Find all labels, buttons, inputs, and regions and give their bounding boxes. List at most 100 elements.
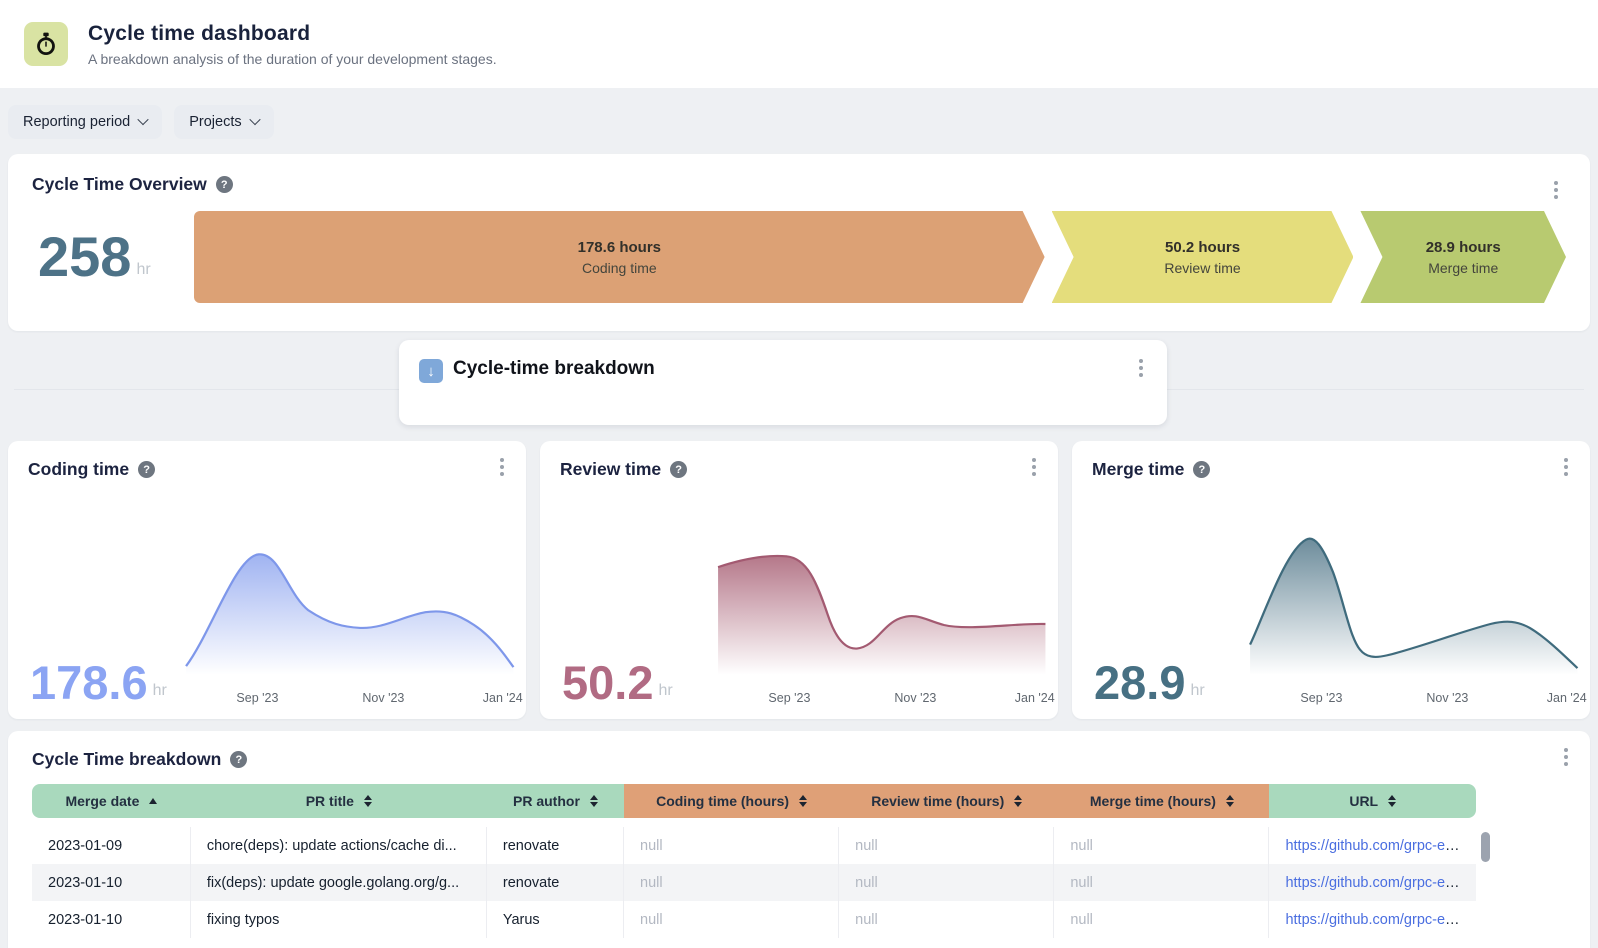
coding-time-cell: null — [624, 864, 839, 901]
stage-value: 178.6 hours — [578, 239, 661, 256]
page-title: Cycle time dashboard — [88, 22, 497, 46]
x-tick-label: Sep '23 — [768, 691, 810, 705]
table-row: 2023-01-09 chore(deps): update actions/c… — [32, 827, 1476, 864]
pr-title-cell: chore(deps): update actions/cache di... — [191, 827, 487, 864]
cycle-time-breakdown-table-card: Cycle Time breakdown ? Merge date PR tit… — [8, 731, 1590, 948]
x-axis: Sep '23 Nov '23 Jan '24 — [716, 689, 1048, 707]
x-axis: Sep '23 Nov '23 Jan '24 — [184, 689, 516, 707]
review-time-area-chart — [716, 523, 1048, 675]
merge-date-cell: 2023-01-09 — [32, 827, 191, 864]
table-scrollbar-thumb[interactable] — [1481, 832, 1490, 862]
total-cycle-time-value: 258 — [38, 232, 131, 282]
x-tick-label: Nov '23 — [894, 691, 936, 705]
merge-time-value: 28.9 — [1094, 663, 1185, 703]
pr-url-link[interactable]: https://github.com/grpc-ecos — [1285, 875, 1467, 891]
x-tick-label: Nov '23 — [1426, 691, 1468, 705]
stage-label: Coding time — [582, 260, 657, 276]
review-time-cell: null — [839, 864, 1054, 901]
help-icon[interactable]: ? — [216, 176, 233, 193]
column-header-pr-author[interactable]: PR author — [487, 784, 624, 818]
chart-title: Merge time — [1092, 459, 1184, 480]
merge-date-cell: 2023-01-10 — [32, 901, 191, 938]
column-header-coding-time[interactable]: Coding time (hours) — [624, 784, 839, 818]
x-tick-label: Nov '23 — [362, 691, 404, 705]
review-time-card: Review time ? Sep '23 Nov '23 Jan '24 50… — [540, 441, 1058, 719]
coding-time-value: 178.6 — [30, 663, 148, 703]
merge-time-area-chart — [1248, 523, 1580, 675]
pr-url-link[interactable]: https://github.com/grpc-ecos — [1285, 838, 1467, 854]
table-row: 2023-01-10 fix(deps): update google.gola… — [32, 864, 1476, 901]
sort-icon[interactable] — [364, 795, 372, 807]
cycle-time-funnel: 178.6 hours Coding time 50.2 hours Revie… — [194, 211, 1566, 303]
sort-icon[interactable] — [1388, 795, 1396, 807]
funnel-stage-merge[interactable]: 28.9 hours Merge time — [1360, 211, 1566, 303]
sort-ascending-icon[interactable] — [149, 798, 157, 804]
x-tick-label: Jan '24 — [483, 691, 523, 705]
stage-value: 28.9 hours — [1426, 239, 1501, 256]
mid-zone: ↓ Cycle-time breakdown — [0, 331, 1598, 441]
coding-time-area-chart — [184, 523, 516, 675]
pr-author-cell: renovate — [487, 827, 624, 864]
down-arrow-icon: ↓ — [419, 359, 443, 383]
column-header-pr-title[interactable]: PR title — [191, 784, 487, 818]
sort-icon[interactable] — [799, 795, 807, 807]
funnel-stage-coding[interactable]: 178.6 hours Coding time — [194, 211, 1045, 303]
x-tick-label: Sep '23 — [236, 691, 278, 705]
table-wrap: Merge date PR title PR author Coding tim… — [32, 784, 1476, 938]
help-icon[interactable]: ? — [138, 461, 155, 478]
coding-time-cell: null — [624, 827, 839, 864]
coding-time-card: Coding time ? Sep '23 Nov '23 Jan '24 17… — [8, 441, 526, 719]
funnel-stage-review[interactable]: 50.2 hours Review time — [1052, 211, 1354, 303]
filter-bar: Reporting period Projects — [0, 88, 1598, 154]
review-time-cell: null — [839, 827, 1054, 864]
column-header-merge-date[interactable]: Merge date — [32, 784, 191, 818]
stopwatch-icon — [24, 22, 68, 66]
help-icon[interactable]: ? — [230, 751, 247, 768]
table-row: 2023-01-10 fixing typos Yarus null null … — [32, 901, 1476, 938]
x-axis: Sep '23 Nov '23 Jan '24 — [1248, 689, 1580, 707]
sort-icon[interactable] — [1226, 795, 1234, 807]
kebab-menu-icon[interactable] — [1554, 188, 1558, 192]
column-header-merge-time[interactable]: Merge time (hours) — [1054, 784, 1269, 818]
total-cycle-time-unit: hr — [136, 261, 150, 282]
merge-time-cell: null — [1054, 827, 1269, 864]
pr-url-link[interactable]: https://github.com/grpc-ecos — [1285, 912, 1467, 928]
coding-time-unit: hr — [153, 682, 167, 703]
kebab-menu-icon[interactable] — [1139, 366, 1143, 370]
review-time-value: 50.2 — [562, 663, 653, 703]
kebab-menu-icon[interactable] — [1564, 465, 1568, 469]
pr-author-cell: renovate — [487, 864, 624, 901]
x-tick-label: Jan '24 — [1547, 691, 1587, 705]
top-bar: Cycle time dashboard A breakdown analysi… — [0, 0, 1598, 88]
x-tick-label: Jan '24 — [1015, 691, 1055, 705]
sort-icon[interactable] — [1014, 795, 1022, 807]
pr-title-cell: fix(deps): update google.golang.org/g... — [191, 864, 487, 901]
kebab-menu-icon[interactable] — [1032, 465, 1036, 469]
projects-dropdown[interactable]: Projects — [174, 105, 273, 139]
table-title: Cycle Time breakdown — [32, 749, 221, 770]
help-icon[interactable]: ? — [670, 461, 687, 478]
kebab-menu-icon[interactable] — [500, 465, 504, 469]
kebab-menu-icon[interactable] — [1564, 755, 1568, 759]
url-cell: https://github.com/grpc-ecos — [1269, 827, 1476, 864]
review-time-unit: hr — [658, 682, 672, 703]
column-header-review-time[interactable]: Review time (hours) — [839, 784, 1054, 818]
chart-title: Coding time — [28, 459, 129, 480]
help-icon[interactable]: ? — [1193, 461, 1210, 478]
chart-title: Review time — [560, 459, 661, 480]
sort-icon[interactable] — [590, 795, 598, 807]
reporting-period-label: Reporting period — [23, 114, 130, 130]
x-tick-label: Sep '23 — [1300, 691, 1342, 705]
url-cell: https://github.com/grpc-ecos — [1269, 901, 1476, 938]
stage-value: 50.2 hours — [1165, 239, 1240, 256]
stage-label: Review time — [1164, 260, 1240, 276]
reporting-period-dropdown[interactable]: Reporting period — [8, 105, 162, 139]
coding-time-cell: null — [624, 901, 839, 938]
column-header-url[interactable]: URL — [1269, 784, 1476, 818]
merge-time-cell: null — [1054, 901, 1269, 938]
merge-time-card: Merge time ? Sep '23 Nov '23 Jan '24 28.… — [1072, 441, 1590, 719]
merge-time-cell: null — [1054, 864, 1269, 901]
cycle-time-overview-card: Cycle Time Overview ? 258 hr 178.6 hours… — [8, 154, 1590, 331]
breakdown-table: Merge date PR title PR author Coding tim… — [32, 784, 1476, 938]
review-time-cell: null — [839, 901, 1054, 938]
